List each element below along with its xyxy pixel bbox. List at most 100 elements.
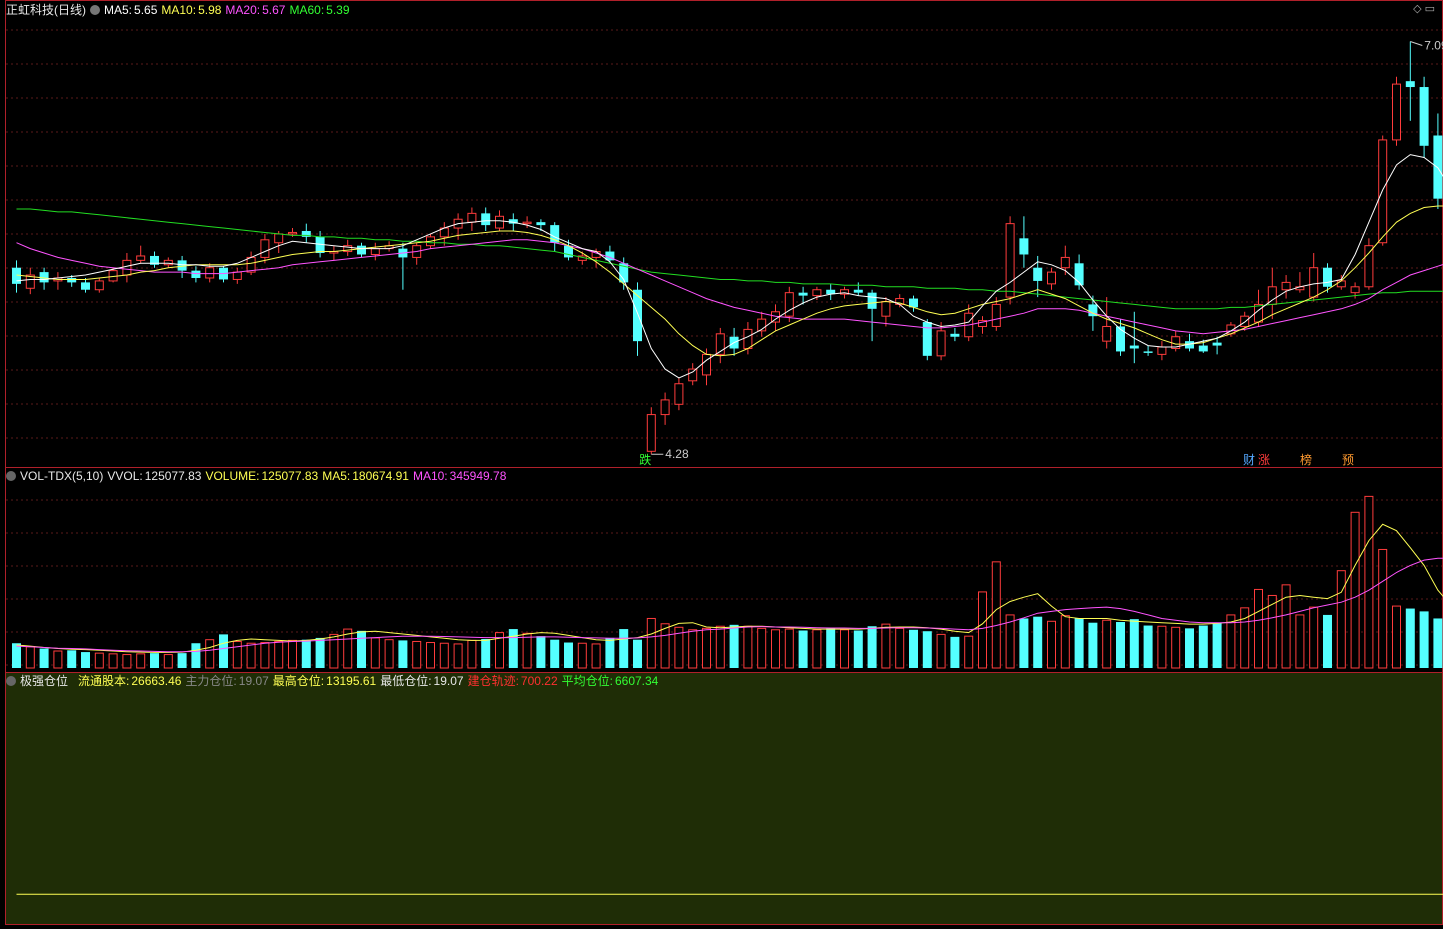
volume-bar-up xyxy=(289,640,297,668)
volume-bar-up xyxy=(937,634,945,668)
volume-bar-up xyxy=(385,640,393,668)
volume-bar-up xyxy=(1365,496,1373,668)
candle-body-up xyxy=(992,304,1000,326)
volume-bar-down xyxy=(12,643,21,668)
volume-bar-up xyxy=(758,628,766,668)
volume-bar-up xyxy=(1048,621,1056,668)
volume-bar-up xyxy=(1172,627,1180,668)
volume-bar-down xyxy=(481,639,490,668)
max-pos-value: 13195.61 xyxy=(326,674,376,688)
main-panel-header: 正虹科技(日线)MA5:5.65MA10:5.98MA20:5.67MA60:5… xyxy=(6,2,354,18)
volume-bar-down xyxy=(67,650,76,668)
min-pos-label: 最低仓位: xyxy=(380,674,431,688)
candle-body-down xyxy=(67,278,76,282)
candle-body-up xyxy=(233,272,241,279)
volume-bar-up xyxy=(1255,589,1263,668)
volume-bar-down xyxy=(633,640,642,668)
volume-bar-down xyxy=(1406,609,1415,668)
volume-bar-up xyxy=(772,630,780,668)
candle-body-up xyxy=(289,232,297,233)
volume-bar-up xyxy=(1351,512,1359,668)
marker-zhang: 涨 xyxy=(1258,452,1270,467)
candle-body-down xyxy=(481,213,490,225)
volume-bar-up xyxy=(1158,626,1166,668)
volume-bar-down xyxy=(1213,623,1222,668)
volume-bar-up xyxy=(523,633,531,668)
volume-bar-up xyxy=(123,655,131,668)
volume-bar-down xyxy=(536,636,545,668)
volume-label: VOLUME: xyxy=(205,469,259,483)
volume-bar-up xyxy=(371,638,379,668)
volume-bar-down xyxy=(81,652,90,668)
candle-body-up xyxy=(137,256,145,260)
candle-body-down xyxy=(536,222,545,225)
vol-ma10-label: MA10: xyxy=(413,469,448,483)
float-value: 26663.46 xyxy=(131,674,181,688)
vol-ma5-label: MA5: xyxy=(322,469,350,483)
volume-bar-up xyxy=(261,643,269,668)
candle-body-up xyxy=(1282,282,1290,289)
volume-bar-up xyxy=(661,624,669,668)
stock-chart: 7.094.28跌财涨榜预 xyxy=(0,0,1443,926)
marker-cai: 财 xyxy=(1243,453,1255,467)
volume-bar-down xyxy=(1033,617,1042,668)
stock-name[interactable]: 正虹科技(日线) xyxy=(6,3,86,17)
volume-bar-up xyxy=(206,640,214,668)
volume-bar-down xyxy=(1088,623,1097,668)
candle-body-up xyxy=(1337,281,1345,287)
main-pos-value: 19.07 xyxy=(239,674,269,688)
volume-bar-up xyxy=(716,626,724,668)
volume-bar-down xyxy=(191,643,200,668)
ma5-label: MA5: xyxy=(104,3,132,17)
volume-bar-up xyxy=(26,647,34,668)
position-panel-header: 极强仓位流通股本:26663.46主力仓位:19.07最高仓位:13195.61… xyxy=(6,673,662,689)
position-indicator-name[interactable]: 极强仓位 xyxy=(20,674,68,688)
candle-body-up xyxy=(523,222,531,223)
candle-body-down xyxy=(1323,268,1332,287)
panel-options-icon[interactable]: ◇ ▭ xyxy=(1413,2,1435,15)
volume-bar-down xyxy=(509,629,518,668)
candle-body-up xyxy=(703,354,711,375)
volume-bar-down xyxy=(564,643,573,668)
volume-bar-up xyxy=(54,651,62,668)
volume-bar-down xyxy=(923,631,932,668)
volume-bar-up xyxy=(1061,616,1069,668)
volume-bar-up xyxy=(689,630,697,668)
marker-yu: 预 xyxy=(1342,453,1354,467)
candle-body-up xyxy=(1310,268,1318,297)
candle-body-up xyxy=(1351,287,1359,293)
ma10-label: MA10: xyxy=(161,3,196,17)
candle-body-down xyxy=(633,290,642,341)
volume-bar-down xyxy=(1185,628,1194,668)
volume-bar-up xyxy=(440,643,448,668)
volume-bar-up xyxy=(896,628,904,668)
volume-bar-up xyxy=(1268,595,1276,668)
candle-body-up xyxy=(123,260,131,275)
volume-bar-up xyxy=(992,562,1000,668)
volume-bar-down xyxy=(1323,615,1332,668)
volume-bar-down xyxy=(1199,626,1208,668)
min-pos-value: 19.07 xyxy=(434,674,464,688)
ma60-value: 5.39 xyxy=(326,3,349,17)
candle-body-down xyxy=(1116,326,1125,351)
volume-bar-up xyxy=(247,643,255,668)
candle-body-up xyxy=(813,290,821,296)
main-pos-label: 主力仓位: xyxy=(185,674,236,688)
volume-bar-up xyxy=(785,629,793,668)
candle-body-up xyxy=(95,281,103,290)
volume-bar-up xyxy=(592,644,600,668)
volume-bar-down xyxy=(730,625,739,668)
chevron-down-icon[interactable] xyxy=(6,676,16,686)
volume-bar-up xyxy=(1103,620,1111,668)
low-price-label: 4.28 xyxy=(665,447,689,461)
candle-body-down xyxy=(81,282,90,289)
volume-bar-down xyxy=(550,640,559,668)
chevron-down-icon[interactable] xyxy=(6,471,16,481)
position-panel-bg xyxy=(6,673,1442,925)
candle-body-down xyxy=(1433,136,1442,199)
volume-bar-down xyxy=(868,626,877,668)
vol-indicator-name[interactable]: VOL-TDX(5,10) xyxy=(20,469,103,483)
chevron-down-icon[interactable] xyxy=(90,5,100,15)
volume-bar-down xyxy=(1116,622,1125,668)
volume-bar-up xyxy=(1393,606,1401,668)
